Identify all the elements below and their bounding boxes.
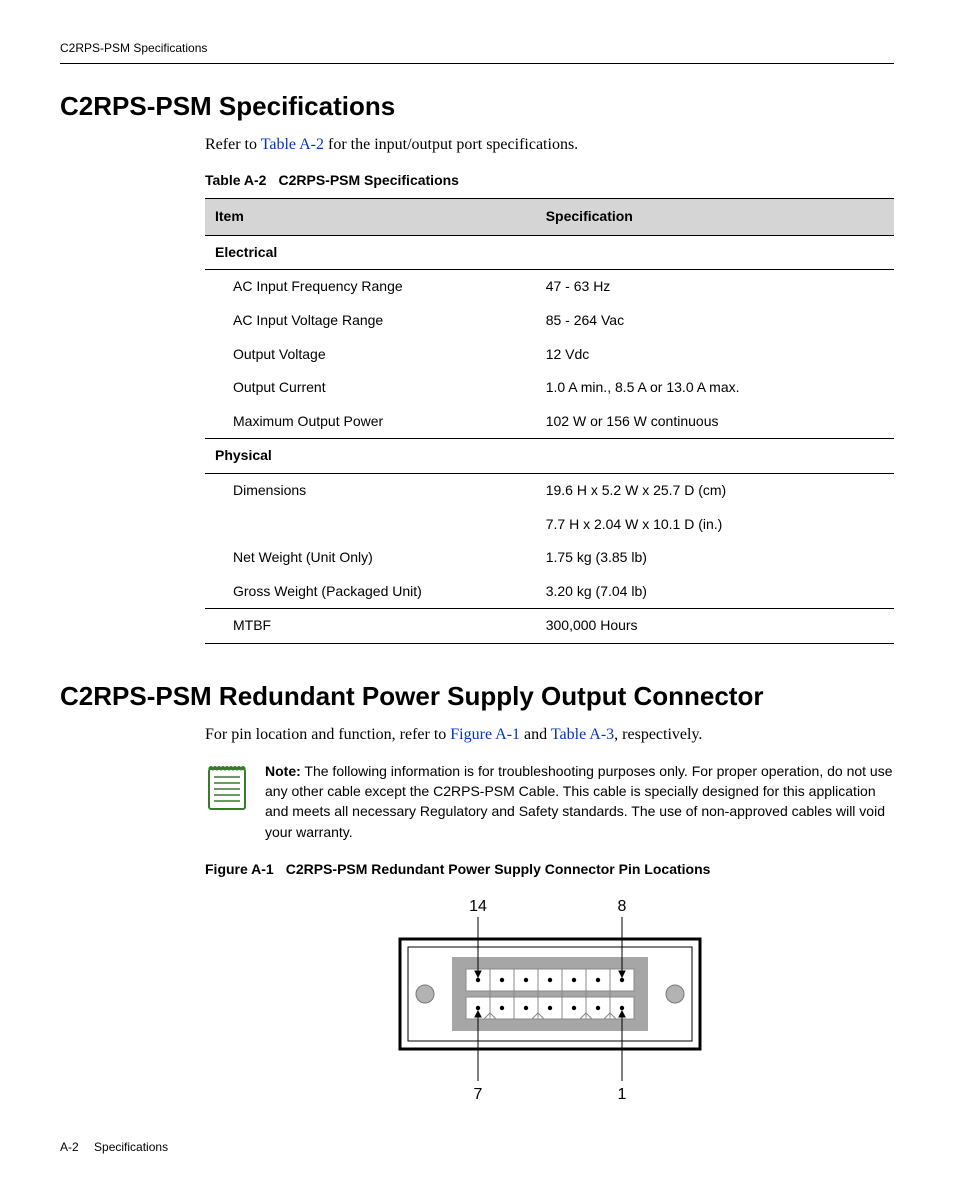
pin-label-7: 7 xyxy=(473,1086,482,1103)
cell-item: Output Current xyxy=(205,371,536,405)
pin-label-14: 14 xyxy=(469,898,487,915)
text: , respectively. xyxy=(614,726,702,743)
figure-caption-text: C2RPS-PSM Redundant Power Supply Connect… xyxy=(286,861,711,877)
table-caption-number: Table A-2 xyxy=(205,172,278,188)
table-caption: Table A-2C2RPS-PSM Specifications xyxy=(60,171,894,191)
cell-item: AC Input Frequency Range xyxy=(205,270,536,304)
text: Refer to xyxy=(205,136,261,153)
cell-item: Maximum Output Power xyxy=(205,405,536,439)
col-header-spec: Specification xyxy=(536,199,894,236)
cell-spec: 102 W or 156 W continuous xyxy=(536,405,894,439)
connector-figure: 14 8 7 1 xyxy=(60,889,894,1109)
header-rule xyxy=(60,63,894,64)
link-figure-a1[interactable]: Figure A-1 xyxy=(450,726,520,743)
notepad-icon xyxy=(205,761,249,819)
cell-spec: 1.0 A min., 8.5 A or 13.0 A max. xyxy=(536,371,894,405)
cell-spec: 85 - 264 Vac xyxy=(536,304,894,338)
footer-section: Specifications xyxy=(94,1140,168,1154)
link-table-a2[interactable]: Table A-2 xyxy=(261,136,324,153)
cell-item: Gross Weight (Packaged Unit) xyxy=(205,575,536,609)
note-label: Note: xyxy=(265,763,301,779)
cell-item: Dimensions xyxy=(205,473,536,507)
text: and xyxy=(520,726,551,743)
cell-spec: 3.20 kg (7.04 lb) xyxy=(536,575,894,609)
page-footer: A-2 Specifications xyxy=(60,1139,894,1156)
group-physical: Physical xyxy=(205,439,894,474)
col-header-item: Item xyxy=(205,199,536,236)
note-body: The following information is for trouble… xyxy=(265,763,893,840)
cell-spec: 19.6 H x 5.2 W x 25.7 D (cm) xyxy=(536,473,894,507)
intro-paragraph-2: For pin location and function, refer to … xyxy=(60,724,894,746)
section-heading-connector: C2RPS-PSM Redundant Power Supply Output … xyxy=(60,678,894,714)
cell-spec: 7.7 H x 2.04 W x 10.1 D (in.) xyxy=(536,508,894,542)
link-table-a3[interactable]: Table A-3 xyxy=(551,726,614,743)
table-caption-text: C2RPS-PSM Specifications xyxy=(278,172,459,188)
specs-table: Item Specification Electrical AC Input F… xyxy=(205,198,894,644)
cell-item xyxy=(205,508,536,542)
cell-spec: 300,000 Hours xyxy=(536,609,894,644)
pin-label-8: 8 xyxy=(617,898,626,915)
cell-item: Net Weight (Unit Only) xyxy=(205,541,536,575)
running-header: C2RPS-PSM Specifications xyxy=(60,40,894,57)
footer-page: A-2 xyxy=(60,1140,79,1154)
figure-caption: Figure A-1C2RPS-PSM Redundant Power Supp… xyxy=(60,860,894,880)
text: For pin location and function, refer to xyxy=(205,726,450,743)
pin-label-1: 1 xyxy=(617,1086,626,1103)
group-electrical: Electrical xyxy=(205,235,894,270)
intro-paragraph-1: Refer to Table A-2 for the input/output … xyxy=(60,134,894,156)
cell-spec: 1.75 kg (3.85 lb) xyxy=(536,541,894,575)
cell-item: AC Input Voltage Range xyxy=(205,304,536,338)
cell-spec: 12 Vdc xyxy=(536,338,894,372)
cell-item: MTBF xyxy=(205,609,536,644)
cell-item: Output Voltage xyxy=(205,338,536,372)
cell-spec: 47 - 63 Hz xyxy=(536,270,894,304)
figure-caption-number: Figure A-1 xyxy=(205,861,286,877)
note-text: Note: The following information is for t… xyxy=(265,761,894,842)
section-heading-specs: C2RPS-PSM Specifications xyxy=(60,88,894,124)
text: for the input/output port specifications… xyxy=(324,136,578,153)
note-block: Note: The following information is for t… xyxy=(60,761,894,842)
